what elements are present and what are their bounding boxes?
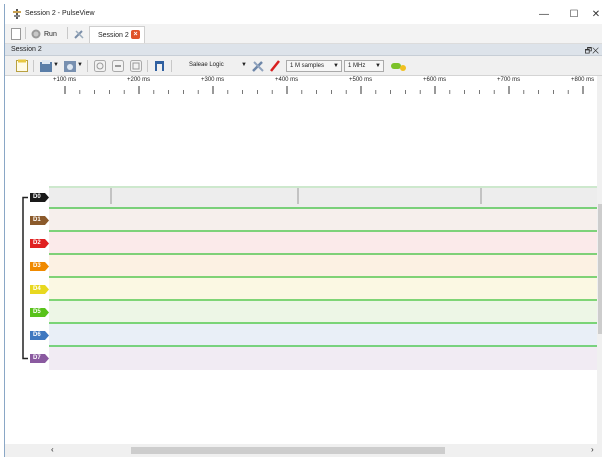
minimize-button[interactable]: — bbox=[529, 4, 559, 24]
channel-name: D7 bbox=[33, 354, 41, 361]
channel-row-bg bbox=[49, 324, 597, 347]
open-file-icon[interactable] bbox=[39, 59, 53, 73]
sample-rate-select[interactable]: 1 MHz ▼ bbox=[344, 60, 384, 72]
device-selector[interactable]: Saleae Logic bbox=[189, 62, 224, 68]
channel-name: D4 bbox=[33, 285, 41, 292]
configure-device-icon[interactable] bbox=[251, 59, 265, 73]
channel-name: D1 bbox=[33, 216, 41, 223]
main-toolbar: Run Session 2 × bbox=[5, 24, 602, 44]
channel-row-bg bbox=[49, 347, 597, 370]
channel-row-bg bbox=[49, 301, 597, 324]
zoom-out-icon[interactable] bbox=[111, 59, 125, 73]
bracket-path bbox=[22, 196, 28, 360]
ruler-tick-label: +600 ms bbox=[423, 77, 447, 83]
trace-area[interactable] bbox=[49, 96, 597, 450]
tab-close-icon[interactable]: × bbox=[131, 30, 140, 39]
close-window-button[interactable]: ✕ bbox=[589, 4, 602, 24]
ruler-tick-label: +500 ms bbox=[349, 77, 373, 83]
maximize-button[interactable]: ☐ bbox=[559, 4, 589, 24]
separator bbox=[147, 60, 148, 72]
channel-label-d0[interactable]: D0 bbox=[30, 192, 50, 202]
minimize-icon: — bbox=[539, 8, 549, 20]
ruler-tick-label: +700 ms bbox=[497, 77, 521, 83]
ruler-tick-label: +100 ms bbox=[53, 77, 77, 83]
channel-name: D3 bbox=[33, 262, 41, 269]
chevron-down-icon: ▼ bbox=[375, 63, 381, 69]
channel-name: D0 bbox=[33, 193, 41, 200]
channel-name: D6 bbox=[33, 331, 41, 338]
separator bbox=[67, 27, 68, 39]
channel-group-bracket bbox=[22, 196, 28, 360]
channel-header-column: D0 D1 D2 D3 D4 D5 D6 D7 bbox=[5, 76, 49, 450]
save-file-icon[interactable] bbox=[63, 59, 77, 73]
vertical-scrollbar[interactable] bbox=[597, 76, 602, 450]
separator bbox=[25, 27, 26, 39]
title-bar: Session 2 - PulseView — ☐ ✕ bbox=[5, 4, 602, 24]
cursor-markers-icon[interactable] bbox=[153, 59, 167, 73]
save-dropdown-icon[interactable]: ▼ bbox=[77, 62, 83, 68]
vertical-scroll-thumb[interactable] bbox=[598, 204, 602, 334]
channel-row-bg bbox=[49, 186, 597, 209]
zoom-fit-icon[interactable] bbox=[129, 59, 143, 73]
channel-label-d4[interactable]: D4 bbox=[30, 284, 50, 294]
ruler-tick-label: +200 ms bbox=[127, 77, 151, 83]
channel-label-d3[interactable]: D3 bbox=[30, 261, 50, 271]
channel-label-d2[interactable]: D2 bbox=[30, 238, 50, 248]
channel-row-bg bbox=[49, 278, 597, 301]
session-header: Session 2 🗗✕ bbox=[5, 44, 602, 56]
channel-row-bg bbox=[49, 232, 597, 255]
run-icon bbox=[31, 29, 41, 39]
channel-label-d1[interactable]: D1 bbox=[30, 215, 50, 225]
decoder-icon[interactable] bbox=[389, 59, 407, 73]
scroll-right-icon[interactable]: › bbox=[591, 445, 594, 454]
session-title: Session 2 bbox=[11, 46, 42, 53]
tab-label: Session 2 bbox=[98, 31, 129, 39]
sample-rate-value: 1 MHz bbox=[348, 63, 366, 69]
pulseview-window: Session 2 - PulseView — ☐ ✕ Run Session … bbox=[4, 4, 602, 457]
sample-count-value: 1 M samples bbox=[290, 63, 325, 69]
horizontal-scrollbar[interactable]: ‹ › bbox=[5, 444, 602, 457]
separator bbox=[87, 60, 88, 72]
trace-graphics bbox=[49, 186, 597, 370]
separator bbox=[171, 60, 172, 72]
channel-label-d7[interactable]: D7 bbox=[30, 353, 50, 363]
channel-row-bg bbox=[49, 209, 597, 232]
session-toolbar: ▼ ▼ Saleae Logic ▼ 1 M samples ▼ 1 MHz ▼ bbox=[5, 56, 602, 76]
pulseview-app-icon bbox=[13, 9, 21, 19]
run-button[interactable]: Run bbox=[31, 27, 57, 41]
channel-label-d6[interactable]: D6 bbox=[30, 330, 50, 340]
run-label: Run bbox=[44, 30, 57, 38]
trace-view: D0 D1 D2 D3 D4 D5 D6 D7 +100 ms +200 ms +300 ms +4… bbox=[5, 76, 602, 450]
probe-config-icon[interactable] bbox=[268, 59, 282, 73]
window-title: Session 2 - PulseView bbox=[25, 10, 95, 17]
horizontal-scroll-thumb[interactable] bbox=[131, 447, 445, 454]
document-icon bbox=[11, 28, 21, 40]
ruler-tick-label: +800 ms bbox=[571, 77, 595, 83]
tab-session-2[interactable]: Session 2 × bbox=[89, 26, 145, 43]
close-icon: ✕ bbox=[591, 8, 601, 20]
sample-count-select[interactable]: 1 M samples ▼ bbox=[286, 60, 342, 72]
zoom-in-icon[interactable] bbox=[93, 59, 107, 73]
chevron-down-icon: ▼ bbox=[333, 63, 339, 69]
new-session-button[interactable] bbox=[11, 27, 21, 41]
new-view-icon[interactable] bbox=[15, 59, 29, 73]
time-ruler[interactable]: +100 ms +200 ms +300 ms +400 ms +500 ms +600 … bbox=[49, 76, 597, 96]
device-dropdown-icon[interactable]: ▼ bbox=[241, 62, 247, 68]
open-dropdown-icon[interactable]: ▼ bbox=[53, 62, 59, 68]
ruler-tick-label: +400 ms bbox=[275, 77, 299, 83]
settings-button[interactable] bbox=[73, 27, 85, 41]
scroll-left-icon[interactable]: ‹ bbox=[51, 445, 54, 454]
channel-row-bg bbox=[49, 255, 597, 278]
separator bbox=[33, 60, 34, 72]
maximize-icon: ☐ bbox=[569, 8, 579, 20]
channel-label-d5[interactable]: D5 bbox=[30, 307, 50, 317]
channel-name: D5 bbox=[33, 308, 41, 315]
ruler-tick-label: +300 ms bbox=[201, 77, 225, 83]
channel-name: D2 bbox=[33, 239, 41, 246]
tools-icon bbox=[74, 30, 84, 39]
